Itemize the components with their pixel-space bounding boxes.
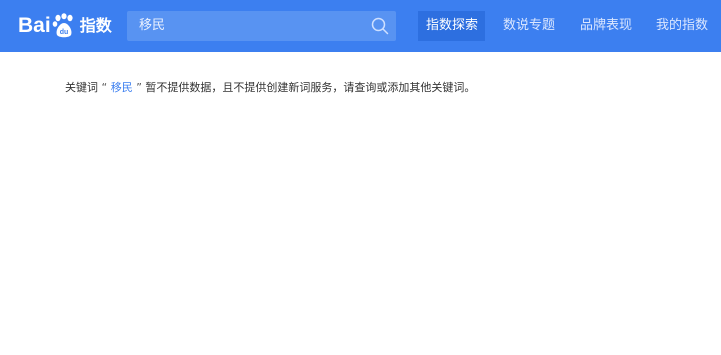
main-content: 关键词 “ 移民 ” 暂不提供数据，且不提供创建新词服务，请查询或添加其他关键词… xyxy=(0,52,721,355)
nav-item-brand-performance[interactable]: 品牌表现 xyxy=(572,11,639,41)
message-prefix: 关键词 xyxy=(65,81,98,94)
message-keyword: 移民 xyxy=(110,81,133,94)
top-header: Bai du 指数 指数探索 数说专题 品牌表现 我的指数 xyxy=(0,0,721,52)
nav-item-data-topics[interactable]: 数说专题 xyxy=(495,11,562,41)
nav-item-index-explore[interactable]: 指数探索 xyxy=(418,11,485,41)
main-nav: 指数探索 数说专题 品牌表现 我的指数 xyxy=(0,11,721,41)
nav-item-my-index[interactable]: 我的指数 xyxy=(648,11,715,41)
message-close-quote: ” xyxy=(136,81,142,94)
no-data-message: 关键词 “ 移民 ” 暂不提供数据，且不提供创建新词服务，请查询或添加其他关键词… xyxy=(65,80,475,96)
message-suffix: 暂不提供数据，且不提供创建新词服务，请查询或添加其他关键词。 xyxy=(145,81,476,94)
message-open-quote: “ xyxy=(101,81,108,94)
